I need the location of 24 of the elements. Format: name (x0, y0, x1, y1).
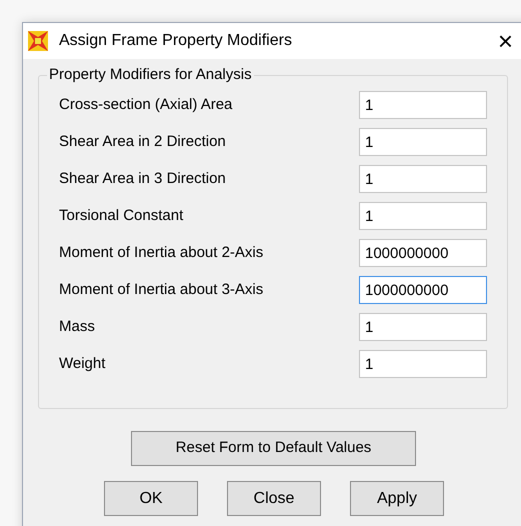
window-title: Assign Frame Property Modifiers (59, 31, 292, 51)
field-label: Mass (59, 316, 96, 337)
input-field[interactable]: 1 (359, 350, 487, 378)
field-label: Moment of Inertia about 2-Axis (59, 242, 264, 263)
field-label: Torsional Constant (59, 206, 184, 226)
reset-button[interactable]: Reset Form to Default Values (131, 431, 416, 466)
field-label: Cross-section (Axial) Area (59, 94, 234, 115)
input-field[interactable]: 1000000000 (359, 239, 487, 267)
app-logo-icon (27, 30, 49, 52)
field-label: Weight (59, 354, 106, 374)
dialog-button[interactable]: OK (104, 481, 198, 516)
field-label: Moment of Inertia about 3-Axis (59, 280, 264, 300)
close-button[interactable]: × (498, 28, 513, 54)
input-field[interactable]: 1 (359, 202, 487, 230)
field-label: Shear Area in 3 Direction (59, 168, 227, 189)
dialog-button[interactable]: Apply (350, 481, 444, 516)
input-field[interactable]: 1 (359, 91, 487, 119)
input-field[interactable]: 1 (359, 165, 487, 193)
group-title: Property Modifiers for Analysis (47, 65, 254, 85)
input-field[interactable]: 1 (359, 313, 487, 341)
input-field[interactable]: 1000000000 (359, 276, 487, 304)
field-label: Shear Area in 2 Direction (59, 132, 227, 152)
input-field[interactable]: 1 (359, 128, 487, 156)
dialog-button[interactable]: Close (227, 481, 321, 516)
